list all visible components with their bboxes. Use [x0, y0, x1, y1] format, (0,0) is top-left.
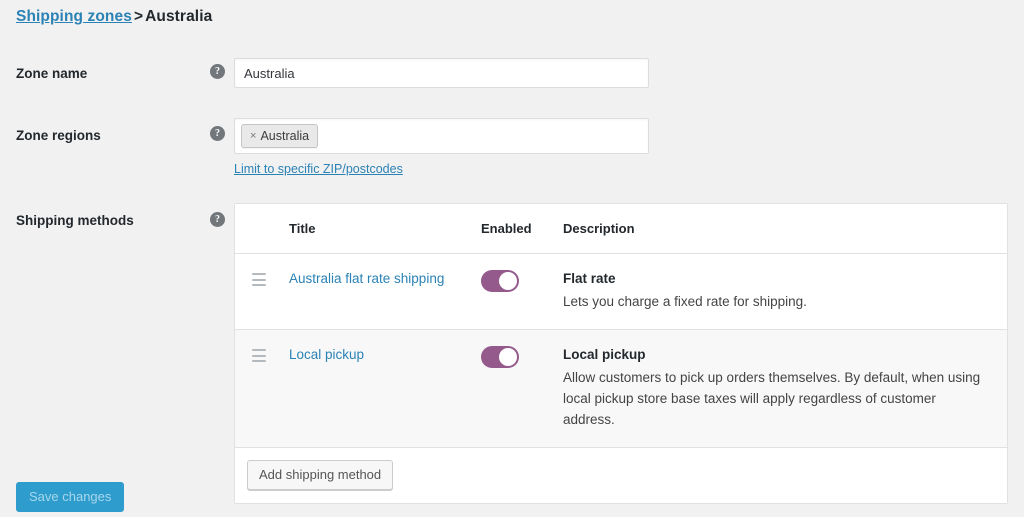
- table-header-row: Title Enabled Description: [235, 204, 1007, 254]
- zone-regions-select[interactable]: × Australia: [234, 118, 649, 154]
- shipping-methods-label: Shipping methods: [16, 213, 134, 228]
- help-circle-icon-shipping-methods[interactable]: ?: [210, 212, 225, 227]
- save-changes-button[interactable]: Save changes: [16, 482, 125, 512]
- zone-regions-label: Zone regions: [16, 128, 101, 143]
- row-title-cell: Australia flat rate shipping: [289, 270, 481, 288]
- method-description-text: Lets you charge a fixed rate for shippin…: [563, 294, 807, 309]
- method-link-local-pickup[interactable]: Local pickup: [289, 347, 364, 362]
- zone-name-input[interactable]: [234, 58, 649, 88]
- add-shipping-method-button[interactable]: Add shipping method: [247, 460, 394, 490]
- table-footer: Add shipping method: [235, 448, 1007, 503]
- enabled-toggle-australia-flat-rate-shipping[interactable]: [481, 270, 519, 292]
- row-handle-cell: [235, 270, 289, 286]
- zone-name-label: Zone name: [16, 66, 88, 81]
- column-header-description: Description: [563, 221, 635, 236]
- method-description-text: Allow customers to pick up orders themse…: [563, 370, 981, 427]
- row-handle-cell: [235, 346, 289, 362]
- help-circle-icon-zone-regions[interactable]: ?: [210, 126, 225, 141]
- enabled-toggle-local-pickup[interactable]: [481, 346, 519, 368]
- row-enabled-cell: [481, 346, 563, 371]
- column-header-enabled: Enabled: [481, 221, 532, 236]
- remove-chip-icon[interactable]: ×: [250, 130, 256, 142]
- toggle-knob: [499, 348, 517, 366]
- drag-handle-icon[interactable]: [252, 349, 266, 362]
- region-chip-label: Australia: [260, 129, 310, 143]
- breadcrumb-separator: >: [133, 8, 144, 25]
- row-description-cell: Local pickup Allow customers to pick up …: [563, 346, 1007, 430]
- shipping-methods-table: Title Enabled Description Australia flat…: [234, 203, 1008, 504]
- breadcrumb-current: Australia: [145, 8, 213, 25]
- column-header-title: Title: [289, 221, 316, 236]
- table-row: Australia flat rate shipping Flat rate L…: [235, 254, 1007, 330]
- method-description-title: Local pickup: [563, 347, 646, 362]
- region-chip-australia[interactable]: × Australia: [241, 124, 319, 148]
- method-description-title: Flat rate: [563, 271, 616, 286]
- help-circle-icon-zone-name[interactable]: ?: [210, 64, 225, 79]
- toggle-knob: [499, 272, 517, 290]
- breadcrumb: Shipping zones > Australia: [16, 8, 212, 26]
- row-description-cell: Flat rate Lets you charge a fixed rate f…: [563, 270, 1007, 312]
- drag-handle-icon[interactable]: [252, 273, 266, 286]
- breadcrumb-link-shipping-zones[interactable]: Shipping zones: [16, 8, 132, 25]
- row-title-cell: Local pickup: [289, 346, 481, 364]
- table-row: Local pickup Local pickup Allow customer…: [235, 330, 1007, 448]
- limit-to-postcodes-link[interactable]: Limit to specific ZIP/postcodes: [234, 162, 403, 176]
- row-enabled-cell: [481, 270, 563, 295]
- method-link-australia-flat-rate-shipping[interactable]: Australia flat rate shipping: [289, 271, 444, 286]
